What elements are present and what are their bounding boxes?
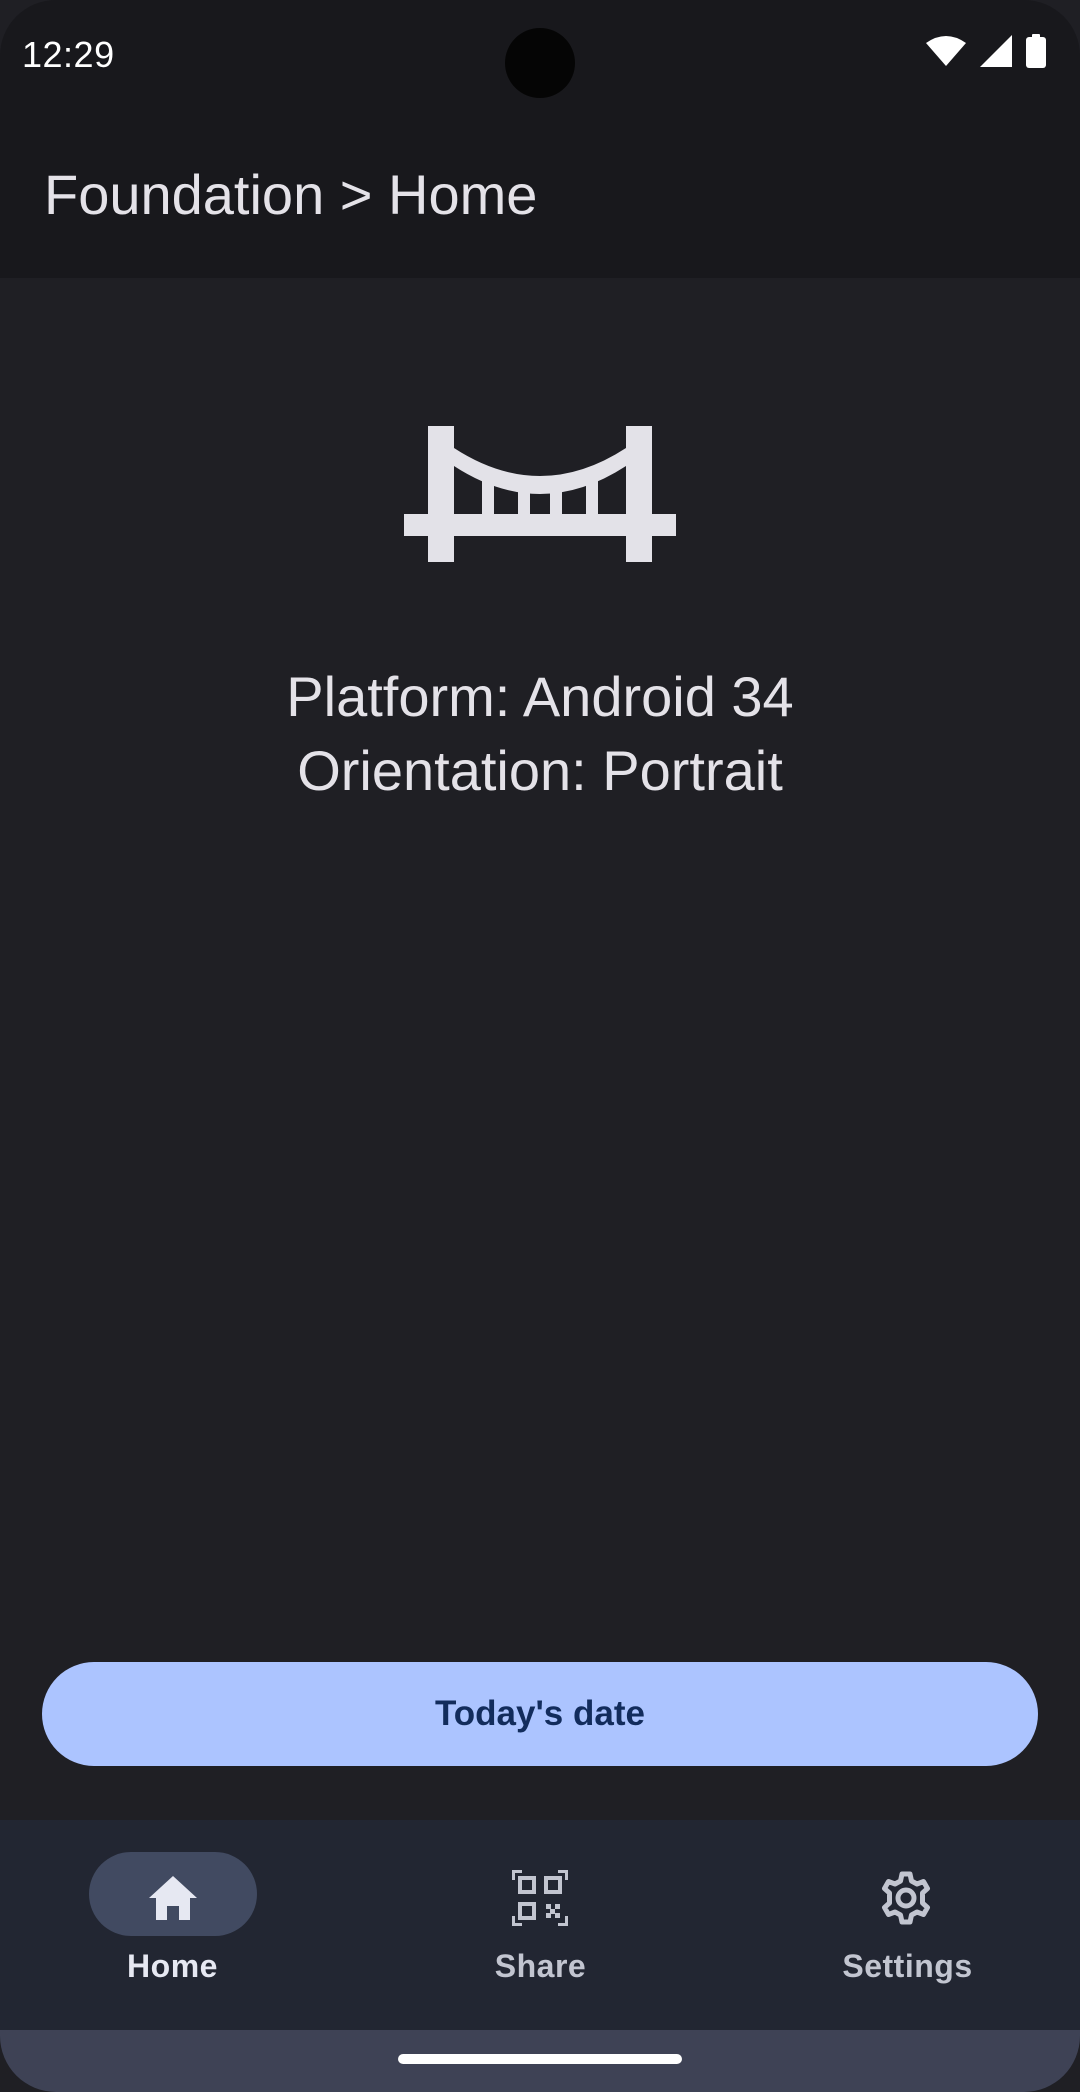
nav-label-home: Home [127,1948,218,1984]
main-content: Platform: Android 34 Orientation: Portra… [0,278,1080,1820]
page-title: Foundation > Home [44,163,538,226]
nav-item-home[interactable]: Home [0,1820,360,2030]
status-time: 12:29 [22,34,115,75]
gear-icon [882,1871,930,1925]
nav-label-share: Share [494,1948,587,1984]
status-icons [926,34,1046,68]
camera-cutout [505,28,575,98]
orientation-text: Orientation: Portrait [297,739,783,802]
status-bar: 12:29 [0,0,1080,112]
cellular-signal-icon [980,35,1012,67]
bridge-icon [404,426,676,562]
gesture-handle[interactable] [398,2054,682,2064]
nav-label-settings: Settings [842,1948,973,1984]
battery-icon [1026,34,1046,68]
bottom-navigation: Home Share Settings [0,1820,1080,2030]
todays-date-button[interactable]: Today's date [42,1662,1038,1766]
nav-item-settings[interactable]: Settings [735,1820,1080,2030]
screen: 12:29 Foundation > Home Platform: Androi… [0,0,1080,2092]
wifi-icon [926,35,966,67]
nav-item-share[interactable]: Share [368,1820,728,2030]
device-info: Platform: Android 34 Orientation: Portra… [0,660,1080,808]
platform-text: Platform: Android 34 [286,665,794,728]
gesture-navigation-area [0,2030,1080,2092]
home-icon [149,1876,197,1920]
top-app-bar: Foundation > Home [0,112,1080,278]
qr-code-icon [512,1870,568,1926]
